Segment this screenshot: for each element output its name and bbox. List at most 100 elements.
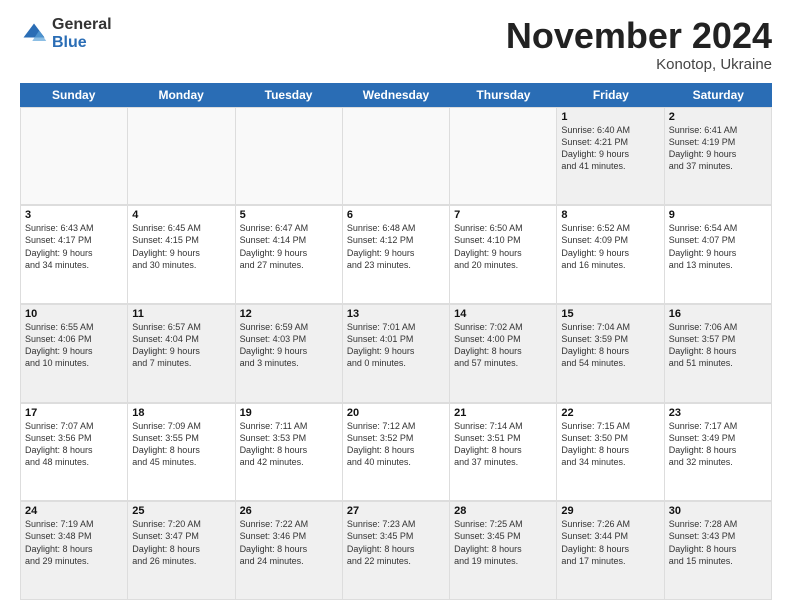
header-day-sunday: Sunday bbox=[20, 83, 127, 107]
day-cell-26: 26Sunrise: 7:22 AM Sunset: 3:46 PM Dayli… bbox=[236, 501, 343, 599]
empty-cell bbox=[450, 107, 557, 205]
day-info: Sunrise: 7:04 AM Sunset: 3:59 PM Dayligh… bbox=[561, 321, 659, 370]
page: General Blue November 2024 Konotop, Ukra… bbox=[0, 0, 792, 612]
day-info: Sunrise: 6:54 AM Sunset: 4:07 PM Dayligh… bbox=[669, 222, 767, 271]
day-cell-17: 17Sunrise: 7:07 AM Sunset: 3:56 PM Dayli… bbox=[21, 403, 128, 501]
logo: General Blue bbox=[20, 16, 112, 51]
day-info: Sunrise: 6:43 AM Sunset: 4:17 PM Dayligh… bbox=[25, 222, 123, 271]
day-number: 6 bbox=[347, 209, 445, 221]
day-info: Sunrise: 7:09 AM Sunset: 3:55 PM Dayligh… bbox=[132, 420, 230, 469]
calendar-row-0: 1Sunrise: 6:40 AM Sunset: 4:21 PM Daylig… bbox=[20, 107, 772, 206]
day-cell-11: 11Sunrise: 6:57 AM Sunset: 4:04 PM Dayli… bbox=[128, 304, 235, 402]
day-info: Sunrise: 6:50 AM Sunset: 4:10 PM Dayligh… bbox=[454, 222, 552, 271]
day-cell-22: 22Sunrise: 7:15 AM Sunset: 3:50 PM Dayli… bbox=[557, 403, 664, 501]
day-number: 22 bbox=[561, 407, 659, 419]
empty-cell bbox=[21, 107, 128, 205]
calendar-row-2: 10Sunrise: 6:55 AM Sunset: 4:06 PM Dayli… bbox=[20, 304, 772, 403]
day-info: Sunrise: 7:26 AM Sunset: 3:44 PM Dayligh… bbox=[561, 518, 659, 567]
day-info: Sunrise: 7:11 AM Sunset: 3:53 PM Dayligh… bbox=[240, 420, 338, 469]
day-cell-23: 23Sunrise: 7:17 AM Sunset: 3:49 PM Dayli… bbox=[665, 403, 772, 501]
day-info: Sunrise: 7:20 AM Sunset: 3:47 PM Dayligh… bbox=[132, 518, 230, 567]
day-cell-24: 24Sunrise: 7:19 AM Sunset: 3:48 PM Dayli… bbox=[21, 501, 128, 599]
day-number: 7 bbox=[454, 209, 552, 221]
day-cell-30: 30Sunrise: 7:28 AM Sunset: 3:43 PM Dayli… bbox=[665, 501, 772, 599]
logo-text: General Blue bbox=[52, 16, 112, 51]
day-number: 14 bbox=[454, 308, 552, 320]
header-day-monday: Monday bbox=[127, 83, 234, 107]
day-cell-3: 3Sunrise: 6:43 AM Sunset: 4:17 PM Daylig… bbox=[21, 205, 128, 303]
day-info: Sunrise: 7:28 AM Sunset: 3:43 PM Dayligh… bbox=[669, 518, 767, 567]
calendar-row-1: 3Sunrise: 6:43 AM Sunset: 4:17 PM Daylig… bbox=[20, 205, 772, 304]
day-cell-12: 12Sunrise: 6:59 AM Sunset: 4:03 PM Dayli… bbox=[236, 304, 343, 402]
day-cell-29: 29Sunrise: 7:26 AM Sunset: 3:44 PM Dayli… bbox=[557, 501, 664, 599]
day-number: 3 bbox=[25, 209, 123, 221]
day-cell-15: 15Sunrise: 7:04 AM Sunset: 3:59 PM Dayli… bbox=[557, 304, 664, 402]
day-info: Sunrise: 7:02 AM Sunset: 4:00 PM Dayligh… bbox=[454, 321, 552, 370]
day-info: Sunrise: 6:40 AM Sunset: 4:21 PM Dayligh… bbox=[561, 124, 659, 173]
day-info: Sunrise: 6:57 AM Sunset: 4:04 PM Dayligh… bbox=[132, 321, 230, 370]
day-info: Sunrise: 7:23 AM Sunset: 3:45 PM Dayligh… bbox=[347, 518, 445, 567]
day-info: Sunrise: 7:15 AM Sunset: 3:50 PM Dayligh… bbox=[561, 420, 659, 469]
day-cell-18: 18Sunrise: 7:09 AM Sunset: 3:55 PM Dayli… bbox=[128, 403, 235, 501]
day-cell-21: 21Sunrise: 7:14 AM Sunset: 3:51 PM Dayli… bbox=[450, 403, 557, 501]
day-number: 4 bbox=[132, 209, 230, 221]
day-cell-28: 28Sunrise: 7:25 AM Sunset: 3:45 PM Dayli… bbox=[450, 501, 557, 599]
day-number: 28 bbox=[454, 505, 552, 517]
day-cell-10: 10Sunrise: 6:55 AM Sunset: 4:06 PM Dayli… bbox=[21, 304, 128, 402]
day-info: Sunrise: 7:07 AM Sunset: 3:56 PM Dayligh… bbox=[25, 420, 123, 469]
day-number: 23 bbox=[669, 407, 767, 419]
empty-cell bbox=[236, 107, 343, 205]
header-day-tuesday: Tuesday bbox=[235, 83, 342, 107]
day-info: Sunrise: 6:45 AM Sunset: 4:15 PM Dayligh… bbox=[132, 222, 230, 271]
location: Konotop, Ukraine bbox=[506, 56, 772, 73]
month-title: November 2024 bbox=[506, 16, 772, 56]
day-cell-9: 9Sunrise: 6:54 AM Sunset: 4:07 PM Daylig… bbox=[665, 205, 772, 303]
day-info: Sunrise: 6:55 AM Sunset: 4:06 PM Dayligh… bbox=[25, 321, 123, 370]
day-cell-25: 25Sunrise: 7:20 AM Sunset: 3:47 PM Dayli… bbox=[128, 501, 235, 599]
day-cell-8: 8Sunrise: 6:52 AM Sunset: 4:09 PM Daylig… bbox=[557, 205, 664, 303]
day-number: 26 bbox=[240, 505, 338, 517]
header-day-saturday: Saturday bbox=[665, 83, 772, 107]
day-info: Sunrise: 6:52 AM Sunset: 4:09 PM Dayligh… bbox=[561, 222, 659, 271]
day-number: 5 bbox=[240, 209, 338, 221]
day-cell-4: 4Sunrise: 6:45 AM Sunset: 4:15 PM Daylig… bbox=[128, 205, 235, 303]
calendar: SundayMondayTuesdayWednesdayThursdayFrid… bbox=[20, 83, 772, 600]
day-number: 10 bbox=[25, 308, 123, 320]
day-cell-6: 6Sunrise: 6:48 AM Sunset: 4:12 PM Daylig… bbox=[343, 205, 450, 303]
logo-icon bbox=[20, 20, 48, 48]
empty-cell bbox=[343, 107, 450, 205]
title-block: November 2024 Konotop, Ukraine bbox=[506, 16, 772, 73]
day-number: 1 bbox=[561, 111, 659, 123]
day-cell-20: 20Sunrise: 7:12 AM Sunset: 3:52 PM Dayli… bbox=[343, 403, 450, 501]
day-number: 9 bbox=[669, 209, 767, 221]
calendar-header: SundayMondayTuesdayWednesdayThursdayFrid… bbox=[20, 83, 772, 107]
logo-general: General bbox=[52, 16, 112, 34]
day-info: Sunrise: 7:06 AM Sunset: 3:57 PM Dayligh… bbox=[669, 321, 767, 370]
day-info: Sunrise: 7:14 AM Sunset: 3:51 PM Dayligh… bbox=[454, 420, 552, 469]
day-number: 30 bbox=[669, 505, 767, 517]
day-cell-5: 5Sunrise: 6:47 AM Sunset: 4:14 PM Daylig… bbox=[236, 205, 343, 303]
day-number: 16 bbox=[669, 308, 767, 320]
day-number: 8 bbox=[561, 209, 659, 221]
day-info: Sunrise: 6:41 AM Sunset: 4:19 PM Dayligh… bbox=[669, 124, 767, 173]
header-day-friday: Friday bbox=[557, 83, 664, 107]
day-number: 24 bbox=[25, 505, 123, 517]
day-info: Sunrise: 7:19 AM Sunset: 3:48 PM Dayligh… bbox=[25, 518, 123, 567]
day-info: Sunrise: 6:48 AM Sunset: 4:12 PM Dayligh… bbox=[347, 222, 445, 271]
header-day-thursday: Thursday bbox=[450, 83, 557, 107]
calendar-row-4: 24Sunrise: 7:19 AM Sunset: 3:48 PM Dayli… bbox=[20, 501, 772, 600]
day-info: Sunrise: 7:12 AM Sunset: 3:52 PM Dayligh… bbox=[347, 420, 445, 469]
day-number: 19 bbox=[240, 407, 338, 419]
day-number: 15 bbox=[561, 308, 659, 320]
day-number: 13 bbox=[347, 308, 445, 320]
day-info: Sunrise: 7:17 AM Sunset: 3:49 PM Dayligh… bbox=[669, 420, 767, 469]
day-number: 29 bbox=[561, 505, 659, 517]
day-cell-13: 13Sunrise: 7:01 AM Sunset: 4:01 PM Dayli… bbox=[343, 304, 450, 402]
day-cell-14: 14Sunrise: 7:02 AM Sunset: 4:00 PM Dayli… bbox=[450, 304, 557, 402]
day-info: Sunrise: 7:01 AM Sunset: 4:01 PM Dayligh… bbox=[347, 321, 445, 370]
day-number: 11 bbox=[132, 308, 230, 320]
calendar-row-3: 17Sunrise: 7:07 AM Sunset: 3:56 PM Dayli… bbox=[20, 403, 772, 502]
header-day-wednesday: Wednesday bbox=[342, 83, 449, 107]
day-number: 2 bbox=[669, 111, 767, 123]
logo-blue: Blue bbox=[52, 34, 112, 52]
